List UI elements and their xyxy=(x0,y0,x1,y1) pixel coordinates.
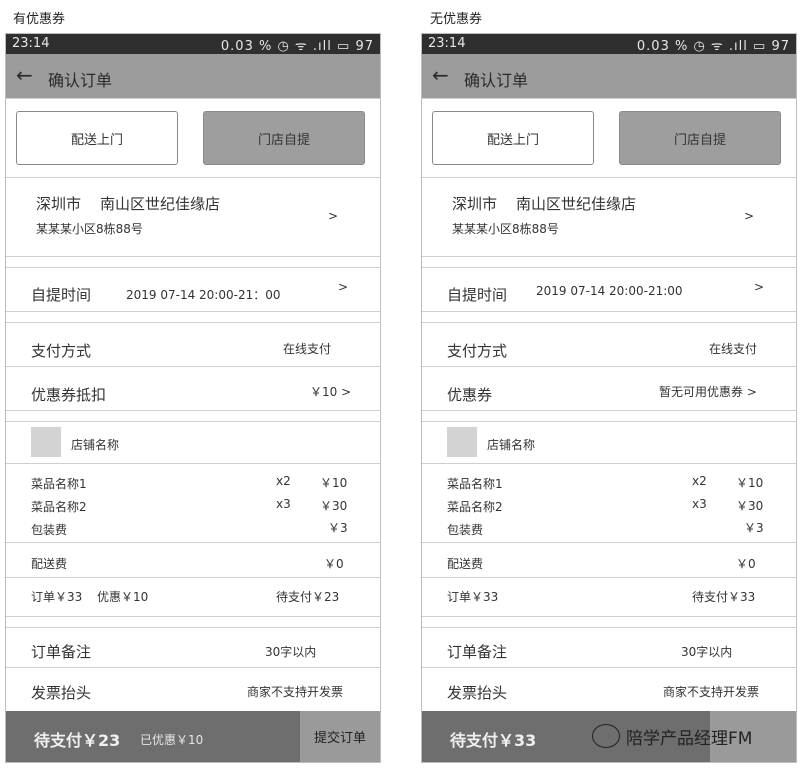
item-qty: x2 xyxy=(276,474,291,488)
coupon-label: 优惠券 xyxy=(447,386,493,404)
item-qty: x2 xyxy=(692,474,707,488)
item-price: ￥30 xyxy=(736,499,764,513)
packing-fee-value: ￥3 xyxy=(744,521,764,535)
shop-name: 店铺名称 xyxy=(71,438,120,452)
invoice-value: 商家不支持开发票 xyxy=(247,685,344,699)
item-price: ￥10 xyxy=(320,476,348,490)
chevron-right-icon: > xyxy=(744,209,755,223)
packing-fee-label: 包装费 xyxy=(31,523,68,537)
back-arrow-icon[interactable]: ← xyxy=(16,63,33,87)
remark-input[interactable]: 30字以内 xyxy=(265,643,316,660)
nav-bar: ← 确认订单 xyxy=(422,54,796,98)
invoice-label: 发票抬头 xyxy=(447,684,508,702)
order-to-pay: 待支付￥33 xyxy=(692,590,756,604)
delivery-fee-value: ￥0 xyxy=(736,557,756,571)
packing-fee-value: ￥3 xyxy=(328,521,348,535)
payment-label: 支付方式 xyxy=(447,342,508,360)
status-icons: 0.03 % ◷ ᯤ .ıll ▭ 97 xyxy=(636,39,790,54)
pickup-time-label: 自提时间 xyxy=(31,286,92,304)
status-time: 23:14 xyxy=(428,36,466,51)
remark-input[interactable]: 30字以内 xyxy=(681,643,732,660)
submit-order-button[interactable]: 提交订单 xyxy=(300,711,380,762)
store-logo xyxy=(447,427,477,457)
order-total: 订单￥33 xyxy=(447,590,499,604)
watermark: 陪学产品经理FM xyxy=(592,721,752,751)
order-to-pay: 待支付￥23 xyxy=(276,590,340,604)
payment-value: 在线支付 xyxy=(709,342,758,356)
delivery-button[interactable]: 配送上门 xyxy=(16,111,178,165)
invoice-value: 商家不支持开发票 xyxy=(663,685,760,699)
store-name: 南山区世纪佳缘店 xyxy=(516,195,637,213)
page-title: 确认订单 xyxy=(48,71,113,90)
item-name: 菜品名称2 xyxy=(31,500,87,514)
item-price: ￥10 xyxy=(736,476,764,490)
item-name: 菜品名称1 xyxy=(447,477,503,491)
checkout-bar: 待支付￥23 已优惠￥10 提交订单 xyxy=(6,711,380,762)
status-bar: 23:14 0.03 % ◷ ᯤ .ıll ▭ 97 xyxy=(6,34,380,54)
store-city: 深圳市 xyxy=(36,195,82,213)
nav-bar: ← 确认订单 xyxy=(6,54,380,98)
store-logo xyxy=(31,427,61,457)
chevron-right-icon: > xyxy=(338,280,349,294)
status-icons: 0.03 % ◷ ᯤ .ıll ▭ 97 xyxy=(220,39,374,54)
pickup-button[interactable]: 门店自提 xyxy=(619,111,781,165)
item-price: ￥30 xyxy=(320,499,348,513)
delivery-button[interactable]: 配送上门 xyxy=(432,111,594,165)
store-address: 某某某小区8栋88号 xyxy=(452,222,559,236)
invoice-label: 发票抬头 xyxy=(31,684,92,702)
watermark-text: 陪学产品经理FM xyxy=(626,728,753,749)
status-bar: 23:14 0.03 % ◷ ᯤ .ıll ▭ 97 xyxy=(422,34,796,54)
pickup-time-value: 2019 07-14 20:00-21:00 xyxy=(536,284,683,298)
packing-fee-label: 包装费 xyxy=(447,523,484,537)
delivery-fee-value: ￥0 xyxy=(324,557,344,571)
delivery-fee-label: 配送费 xyxy=(447,557,484,571)
checkout-total: 待支付￥33 xyxy=(450,731,537,750)
wechat-icon xyxy=(592,724,620,748)
store-address: 某某某小区8栋88号 xyxy=(36,222,143,236)
pickup-time-value: 2019 07-14 20:00-21：00 xyxy=(126,288,281,302)
shop-name: 店铺名称 xyxy=(487,438,536,452)
pickup-button[interactable]: 门店自提 xyxy=(203,111,365,165)
remark-label: 订单备注 xyxy=(31,643,92,661)
remark-label: 订单备注 xyxy=(447,643,508,661)
checkout-total: 待支付￥23 xyxy=(34,731,121,750)
pickup-time-label: 自提时间 xyxy=(447,286,508,304)
coupon-value: 暂无可用优惠券 > xyxy=(659,385,757,399)
checkout-discount: 已优惠￥10 xyxy=(140,733,204,747)
phone-without-coupon: 23:14 0.03 % ◷ ᯤ .ıll ▭ 97 ← 确认订单 配送上门 门… xyxy=(421,33,797,763)
store-name: 南山区世纪佳缘店 xyxy=(100,195,221,213)
coupon-value: ￥10 > xyxy=(310,385,352,399)
item-qty: x3 xyxy=(692,497,707,511)
back-arrow-icon[interactable]: ← xyxy=(432,63,449,87)
caption-without-coupon: 无优惠券 xyxy=(430,12,483,27)
payment-label: 支付方式 xyxy=(31,342,92,360)
item-name: 菜品名称1 xyxy=(31,477,87,491)
chevron-right-icon: > xyxy=(754,280,765,294)
chevron-right-icon: > xyxy=(328,209,339,223)
order-total: 订单￥33 xyxy=(31,590,83,604)
coupon-label: 优惠券抵扣 xyxy=(31,386,107,404)
caption-with-coupon: 有优惠券 xyxy=(13,12,66,27)
order-discount: 优惠￥10 xyxy=(97,590,149,604)
phone-with-coupon: 23:14 0.03 % ◷ ᯤ .ıll ▭ 97 ← 确认订单 配送上门 门… xyxy=(5,33,381,763)
payment-value: 在线支付 xyxy=(283,342,332,356)
store-city: 深圳市 xyxy=(452,195,498,213)
item-qty: x3 xyxy=(276,497,291,511)
item-name: 菜品名称2 xyxy=(447,500,503,514)
delivery-fee-label: 配送费 xyxy=(31,557,68,571)
status-time: 23:14 xyxy=(12,36,50,51)
page-title: 确认订单 xyxy=(464,71,529,90)
